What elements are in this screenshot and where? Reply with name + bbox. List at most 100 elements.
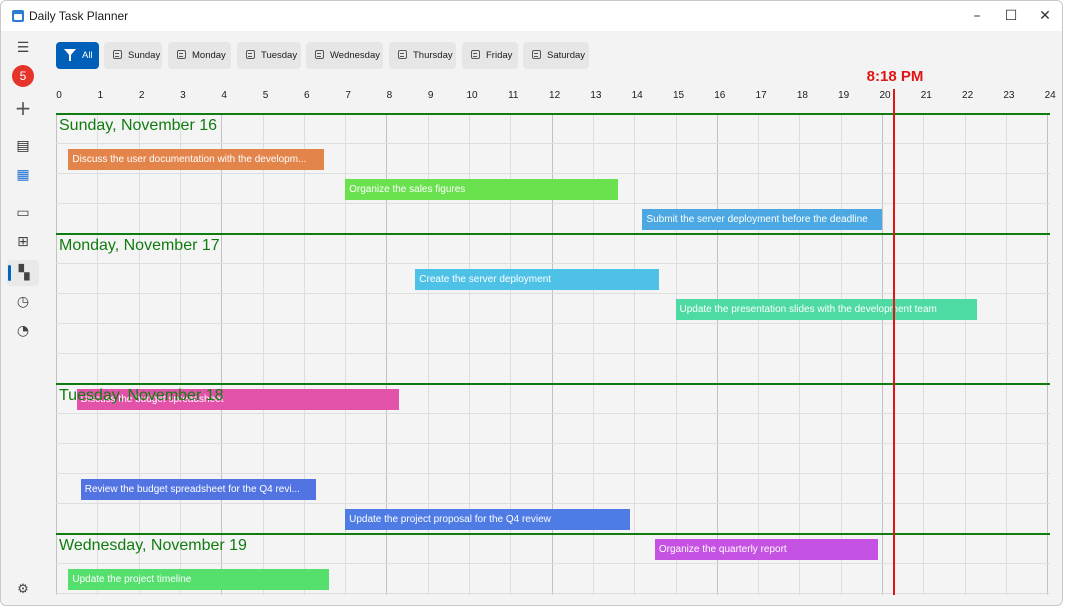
filter-label: Saturday — [547, 50, 586, 61]
row-gridline — [56, 323, 1050, 324]
task-bar[interactable]: Submit the server deployment before the … — [642, 209, 882, 230]
maximize-button[interactable]: ☐ — [994, 1, 1028, 31]
task-bar[interactable]: Review the budget spreadsheet for the Q4… — [80, 479, 317, 500]
row-gridline — [56, 263, 1050, 264]
row-gridline — [56, 143, 1050, 144]
day-header: Monday, November 17 — [59, 237, 220, 254]
filter-label: All — [82, 50, 93, 61]
minimize-button[interactable]: – — [960, 1, 994, 31]
filter-thursday[interactable]: Thursday — [389, 42, 456, 69]
calendar-day-icon — [471, 50, 480, 59]
hour-gridline — [716, 113, 718, 595]
sidebar-item-add[interactable]: + — [10, 95, 36, 121]
hour-gridline — [964, 113, 966, 595]
hour-gridline — [262, 113, 264, 595]
day-separator — [56, 113, 1050, 115]
sidebar-item-grid[interactable]: ⊞ — [10, 229, 36, 255]
filter-label: Sunday — [128, 50, 161, 61]
hour-gridline — [303, 113, 305, 595]
hour-label: 3 — [180, 90, 186, 101]
hour-label: 20 — [879, 90, 891, 101]
row-gridline — [56, 203, 1050, 204]
sidebar-item-calendar[interactable]: ▦ — [10, 162, 36, 188]
hour-gridline — [56, 113, 57, 595]
row-gridline — [56, 503, 1050, 504]
sidebar-item-menu[interactable]: ☰ — [10, 35, 36, 61]
filter-friday[interactable]: Friday — [462, 42, 518, 69]
sidebar-item-clock[interactable]: ◷ — [10, 289, 36, 315]
task-bar[interactable]: Update the project proposal for the Q4 r… — [345, 509, 631, 530]
filter-monday[interactable]: Monday — [168, 42, 231, 69]
hour-gridline — [221, 113, 223, 595]
filter-label: Thursday — [413, 50, 453, 61]
row-gridline — [56, 413, 1050, 414]
notification-badge[interactable]: 5 — [12, 65, 34, 87]
close-button[interactable]: ✕ — [1028, 1, 1062, 31]
calendar-day-icon — [398, 50, 407, 59]
filter-sunday[interactable]: Sunday — [104, 42, 162, 69]
filter-label: Friday — [486, 50, 513, 61]
hour-label: 1 — [97, 90, 104, 101]
app-logo-icon — [12, 10, 24, 22]
hour-label: 8 — [386, 90, 393, 101]
hamburger-icon: ☰ — [16, 40, 30, 56]
sidebar-item-planner[interactable]: ▤ — [10, 133, 36, 159]
planner-icon: ▤ — [16, 138, 30, 154]
sidebar-item-list[interactable]: ▭ — [10, 200, 36, 226]
hour-gridline — [923, 113, 925, 595]
hour-gridline — [179, 113, 181, 595]
hour-label: 13 — [590, 90, 602, 101]
calendar-day-icon — [177, 50, 186, 59]
hour-gridline — [634, 113, 636, 595]
hour-label: 2 — [138, 90, 145, 101]
hour-label: 15 — [672, 90, 685, 101]
hour-label: 22 — [962, 90, 974, 101]
hour-label: 7 — [345, 90, 351, 101]
plus-icon: + — [14, 96, 32, 120]
sidebar-item-settings[interactable]: ⚙ — [10, 576, 36, 602]
hour-label: 24 — [1044, 90, 1056, 101]
task-bar[interactable]: Organize the sales figures — [345, 179, 618, 200]
hour-gridline — [675, 113, 677, 595]
filter-all[interactable]: All — [56, 42, 99, 69]
hour-gridline — [799, 113, 801, 595]
hour-label: 19 — [838, 90, 850, 101]
task-bar[interactable]: Discuss the user documentation with the … — [68, 149, 325, 170]
current-time-label: 8:18 PM — [866, 68, 924, 85]
day-header: Tuesday, November 18 — [59, 387, 224, 404]
grid-view-icon: ⊞ — [17, 234, 29, 250]
filter-label: Wednesday — [330, 50, 380, 61]
hour-label: 5 — [262, 90, 269, 101]
list-view-icon: ▭ — [16, 205, 30, 221]
hour-label: 16 — [714, 90, 726, 101]
sidebar-item-stats[interactable]: ◔ — [10, 318, 36, 344]
hour-label: 17 — [755, 90, 767, 101]
row-gridline — [56, 443, 1050, 444]
hour-gridline — [1005, 113, 1007, 595]
hour-gridline — [1047, 113, 1049, 595]
hour-label: 9 — [427, 90, 434, 101]
task-bar[interactable]: Organize the quarterly report — [654, 539, 878, 560]
hour-label: 12 — [549, 90, 561, 101]
timeline-area: 0 1 2 3 4 5 6 7 8 9 10 11 12 13 14 15 16 17 18 19 20 21 22 23 24… — [1, 1, 1062, 605]
hour-label: 11 — [508, 90, 519, 101]
day-header: Sunday, November 16 — [59, 117, 218, 134]
window-title: Daily Task Planner — [29, 9, 129, 23]
hour-label: 0 — [56, 90, 62, 101]
hour-label: 14 — [631, 90, 643, 101]
sidebar-item-timeline[interactable]: ▚ — [11, 260, 37, 286]
filter-wednesday[interactable]: Wednesday — [306, 42, 383, 69]
hour-label: 4 — [221, 90, 227, 101]
clock-icon: ◷ — [16, 294, 30, 310]
gear-icon: ⚙ — [17, 581, 29, 597]
task-bar[interactable]: Update the presentation slides with the … — [675, 299, 977, 320]
timeline-view-icon: ▚ — [18, 265, 30, 281]
task-bar[interactable]: Update the project timeline — [68, 569, 329, 590]
filter-saturday[interactable]: Saturday — [523, 42, 589, 69]
calendar-day-icon — [315, 50, 324, 59]
task-bar[interactable]: Create the server deployment — [415, 269, 659, 290]
sidebar: ☰ 5 + ▤ ▦ ▭ ⊞ ▚ ◷ ◔ ⚙ — [1, 31, 45, 605]
day-header: Wednesday, November 19 — [59, 537, 247, 554]
pie-chart-icon: ◔ — [16, 323, 30, 339]
filter-tuesday[interactable]: Tuesday — [237, 42, 301, 69]
